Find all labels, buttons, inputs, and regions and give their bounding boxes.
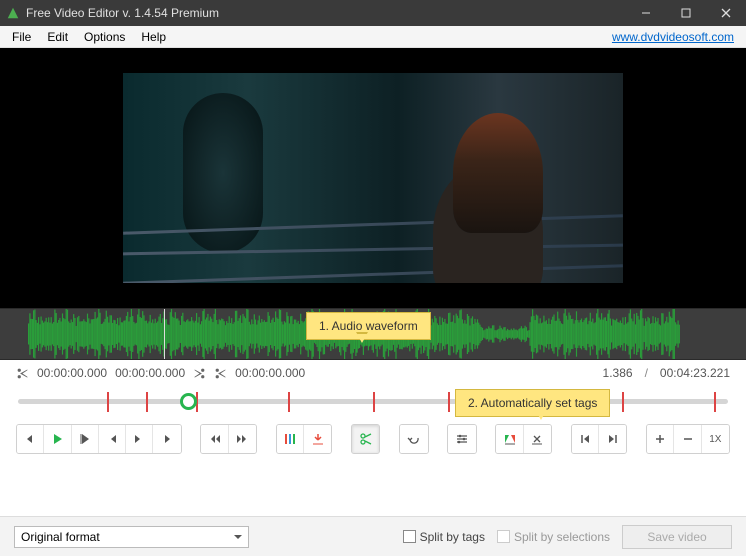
total-duration: 00:04:23.221 xyxy=(660,366,730,380)
play-selection-button[interactable] xyxy=(72,425,99,453)
video-preview-area xyxy=(0,48,746,308)
timeline-tag-marker[interactable] xyxy=(373,392,375,412)
titlebar: Free Video Editor v. 1.4.54 Premium xyxy=(0,0,746,26)
skip-forward-button[interactable] xyxy=(229,425,256,453)
timeline-tag-marker[interactable] xyxy=(714,392,716,412)
callout-auto-tags: 2. Automatically set tags xyxy=(455,389,610,417)
waveform-playhead[interactable] xyxy=(164,309,165,359)
selection-end-time: 00:00:00.000 xyxy=(235,366,305,380)
settings-sliders-button[interactable] xyxy=(448,425,475,453)
timeline-tag-marker[interactable] xyxy=(448,392,450,412)
callout-audio-waveform: 1. Audio waveform xyxy=(306,312,431,340)
timeline-tag-marker[interactable] xyxy=(107,392,109,412)
scissors-right-open-icon xyxy=(214,367,227,380)
play-button[interactable] xyxy=(44,425,71,453)
goto-end-button[interactable] xyxy=(599,425,626,453)
menu-help[interactable]: Help xyxy=(133,28,174,46)
cut-button[interactable] xyxy=(352,425,379,453)
download-marker-button[interactable] xyxy=(304,425,331,453)
zoom-level-button[interactable]: 1X xyxy=(702,425,729,453)
window-title: Free Video Editor v. 1.4.54 Premium xyxy=(26,6,626,20)
clear-selection-button[interactable] xyxy=(524,425,551,453)
save-video-button: Save video xyxy=(622,525,732,549)
time-separator: / xyxy=(645,366,648,380)
zoom-out-button[interactable] xyxy=(674,425,701,453)
step-back-button[interactable] xyxy=(17,425,44,453)
next-frame-button[interactable] xyxy=(126,425,153,453)
checkbox-icon xyxy=(403,530,416,543)
checkbox-icon xyxy=(497,530,510,543)
menubar: File Edit Options Help www.dvdvideosoft.… xyxy=(0,26,746,48)
minimize-button[interactable] xyxy=(626,0,666,26)
timecodes-row: 00:00:00.000 00:00:00.000 00:00:00.000 1… xyxy=(0,360,746,386)
bottom-bar: Original format Split by tags Split by s… xyxy=(0,516,746,556)
split-by-tags-checkbox[interactable]: Split by tags xyxy=(403,530,485,544)
scissors-left-icon xyxy=(16,367,29,380)
website-link[interactable]: www.dvdvideosoft.com xyxy=(612,30,734,44)
slider-thumb[interactable] xyxy=(180,393,197,410)
video-frame[interactable] xyxy=(123,73,623,283)
menu-file[interactable]: File xyxy=(4,28,39,46)
step-forward-button[interactable] xyxy=(153,425,180,453)
split-by-selections-checkbox: Split by selections xyxy=(497,530,610,544)
columns-icon-button[interactable] xyxy=(277,425,304,453)
timeline-tag-marker[interactable] xyxy=(288,392,290,412)
menu-options[interactable]: Options xyxy=(76,28,133,46)
invert-selection-button[interactable] xyxy=(496,425,523,453)
rotate-button[interactable] xyxy=(400,425,427,453)
maximize-button[interactable] xyxy=(666,0,706,26)
timeline-tag-marker[interactable] xyxy=(146,392,148,412)
scissors-right-close-icon xyxy=(193,367,206,380)
close-button[interactable] xyxy=(706,0,746,26)
skip-back-button[interactable] xyxy=(201,425,228,453)
output-format-select[interactable]: Original format xyxy=(14,526,249,548)
window-controls xyxy=(626,0,746,26)
timeline-slider[interactable] xyxy=(0,386,746,416)
prev-frame-button[interactable] xyxy=(99,425,126,453)
selection-start-time: 00:00:00.000 xyxy=(37,366,107,380)
menu-edit[interactable]: Edit xyxy=(39,28,76,46)
current-time: 1.386 xyxy=(603,366,633,380)
timeline-tag-marker[interactable] xyxy=(622,392,624,412)
playhead-time-left: 00:00:00.000 xyxy=(115,366,185,380)
goto-start-button[interactable] xyxy=(572,425,599,453)
zoom-in-button[interactable] xyxy=(647,425,674,453)
output-format-value: Original format xyxy=(21,530,100,544)
transport-toolbar: 1X xyxy=(0,416,746,464)
app-logo-icon xyxy=(6,6,20,20)
